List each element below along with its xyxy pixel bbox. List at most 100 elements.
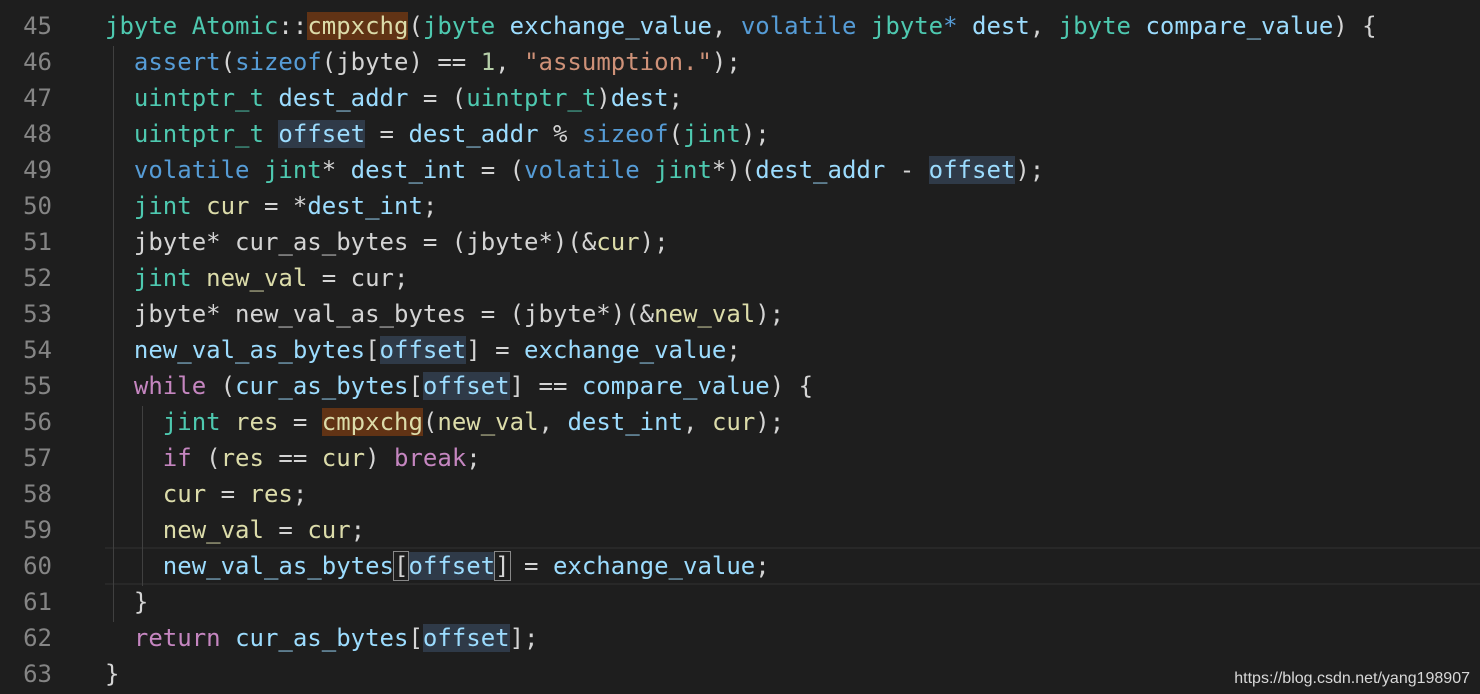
code-token: dest_int (567, 408, 684, 436)
code-token: , (683, 408, 712, 436)
code-text[interactable]: } (105, 656, 119, 692)
code-token: Atomic (191, 12, 279, 40)
code-token: uintptr_t (466, 84, 597, 112)
line-number: 57 (23, 444, 52, 472)
code-token: ; (755, 552, 770, 580)
code-line[interactable]: 56 jint res = cmpxchg(new_val, dest_int,… (0, 404, 1480, 440)
code-token: ( (206, 372, 236, 400)
code-token: ) (365, 444, 395, 472)
watermark-text: https://blog.csdn.net/yang198907 (1234, 670, 1470, 687)
code-token: while (133, 372, 207, 400)
code-token: = ( (408, 84, 467, 112)
code-token: dest (972, 12, 1030, 40)
code-text[interactable]: } (105, 584, 148, 620)
code-line[interactable]: 53 jbyte* new_val_as_bytes = (jbyte*)(&n… (0, 296, 1480, 332)
code-token: exchange_value (509, 12, 712, 40)
code-text[interactable]: assert(sizeof(jbyte) == 1, "assumption."… (105, 44, 741, 80)
line-number: 48 (23, 120, 52, 148)
code-line[interactable]: 60 new_val_as_bytes[offset] = exchange_v… (0, 548, 1480, 584)
code-line[interactable]: 59 new_val = cur; (0, 512, 1480, 548)
code-text[interactable]: uintptr_t dest_addr = (uintptr_t)dest; (105, 80, 683, 116)
code-token: cur (307, 516, 351, 544)
code-token: dest_int (350, 156, 467, 184)
code-token: ; (668, 84, 683, 112)
code-text[interactable]: volatile jint* dest_int = (volatile jint… (105, 152, 1044, 188)
line-number: 50 (23, 192, 52, 220)
line-number: 60 (23, 552, 52, 580)
code-token: uintptr_t (133, 120, 279, 148)
code-token: ] == (509, 372, 582, 400)
code-line[interactable]: 46 assert(sizeof(jbyte) == 1, "assumptio… (0, 44, 1480, 80)
code-token: ] = (466, 336, 525, 364)
code-token: ) { (769, 372, 814, 400)
code-token: ( (408, 12, 423, 40)
code-token: 1 (480, 48, 496, 76)
code-token: = cur; (307, 264, 409, 292)
code-token: jint (133, 264, 207, 292)
code-text[interactable]: jint cur = *dest_int; (105, 188, 437, 224)
code-text[interactable]: uintptr_t offset = dest_addr % sizeof(ji… (105, 116, 770, 152)
code-text[interactable]: jbyte Atomic::cmpxchg(jbyte exchange_val… (105, 8, 1377, 44)
code-text[interactable]: jint new_val = cur; (105, 260, 409, 296)
code-line[interactable]: 52 jint new_val = cur; (0, 260, 1480, 296)
code-token: volatile (524, 156, 655, 184)
code-line[interactable]: 47 uintptr_t dest_addr = (uintptr_t)dest… (0, 80, 1480, 116)
code-token: res (249, 480, 293, 508)
code-text[interactable]: if (res == cur) break; (105, 440, 481, 476)
code-line[interactable]: 58 cur = res; (0, 476, 1480, 512)
code-text[interactable]: jbyte* new_val_as_bytes = (jbyte*)(&new_… (105, 296, 784, 332)
code-token: dest_addr (408, 120, 539, 148)
code-token: dest_int (307, 192, 423, 220)
code-token: ]; (509, 624, 539, 652)
code-text[interactable]: jbyte* cur_as_bytes = (jbyte*)(&cur); (105, 224, 669, 260)
line-number: 51 (23, 228, 52, 256)
code-text[interactable]: jint res = cmpxchg(new_val, dest_int, cu… (105, 404, 784, 440)
code-text[interactable]: while (cur_as_bytes[offset] == compare_v… (105, 368, 813, 404)
line-number: 55 (23, 372, 52, 400)
code-line[interactable]: 49 volatile jint* dest_int = (volatile j… (0, 152, 1480, 188)
code-text[interactable]: new_val_as_bytes[offset] = exchange_valu… (105, 548, 770, 584)
line-number: 59 (23, 516, 52, 544)
code-line[interactable]: 48 uintptr_t offset = dest_addr % sizeof… (0, 116, 1480, 152)
code-line[interactable]: 61 } (0, 584, 1480, 620)
code-token: = (278, 408, 322, 436)
code-token: compare_value (1145, 12, 1334, 40)
highlighted-token: cmpxchg (321, 408, 423, 436)
code-line[interactable]: 57 if (res == cur) break; (0, 440, 1480, 476)
code-token: break (394, 444, 467, 472)
code-text[interactable]: new_val = cur; (105, 512, 365, 548)
code-token: cur (596, 228, 640, 256)
code-token: } (105, 588, 149, 616)
code-line[interactable]: 62 return cur_as_bytes[offset]; (0, 620, 1480, 656)
code-token: = (263, 516, 308, 544)
code-text[interactable]: new_val_as_bytes[offset] = exchange_valu… (105, 332, 741, 368)
code-text[interactable]: return cur_as_bytes[offset]; (105, 620, 539, 656)
code-text[interactable]: cur = res; (105, 476, 308, 512)
line-number: 62 (23, 624, 52, 652)
line-number: 63 (23, 660, 52, 688)
code-line[interactable]: 51 jbyte* cur_as_bytes = (jbyte*)(&cur); (0, 224, 1480, 260)
code-token: , (1029, 12, 1059, 40)
code-token: cur (321, 444, 366, 472)
highlighted-token: offset (408, 552, 496, 580)
code-token: exchange_value (524, 336, 727, 364)
code-line[interactable]: 55 while (cur_as_bytes[offset] == compar… (0, 368, 1480, 404)
code-token: ); (740, 120, 770, 148)
code-token: new_val (162, 516, 264, 544)
code-line[interactable]: 54 new_val_as_bytes[offset] = exchange_v… (0, 332, 1480, 368)
code-token: cur (162, 480, 207, 508)
code-editor[interactable]: 45 jbyte Atomic::cmpxchg(jbyte exchange_v… (0, 0, 1480, 694)
highlighted-token: offset (928, 156, 1016, 184)
code-token: * (943, 12, 973, 40)
code-line[interactable]: 50 jint cur = *dest_int; (0, 188, 1480, 224)
code-token: jint (683, 120, 741, 148)
code-token: assert (133, 48, 221, 76)
code-line[interactable]: 45 jbyte Atomic::cmpxchg(jbyte exchange_v… (0, 8, 1480, 44)
code-token: = (509, 552, 553, 580)
